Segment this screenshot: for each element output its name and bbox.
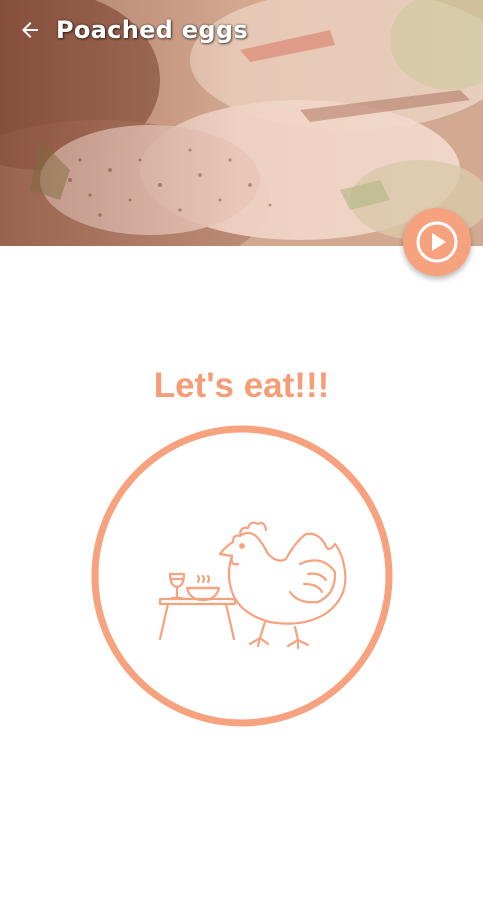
play-circle-icon — [416, 221, 458, 263]
recipe-screen: Poached eggs Let's eat!!! — [0, 0, 483, 900]
top-app-bar: Poached eggs — [0, 0, 483, 60]
lets-eat-heading: Let's eat!!! — [153, 366, 330, 405]
back-button[interactable] — [16, 16, 44, 44]
play-video-button[interactable] — [403, 208, 471, 276]
arrow-left-icon — [22, 22, 38, 38]
page-title: Poached eggs — [56, 16, 248, 44]
hen-dining-icon — [91, 425, 393, 727]
